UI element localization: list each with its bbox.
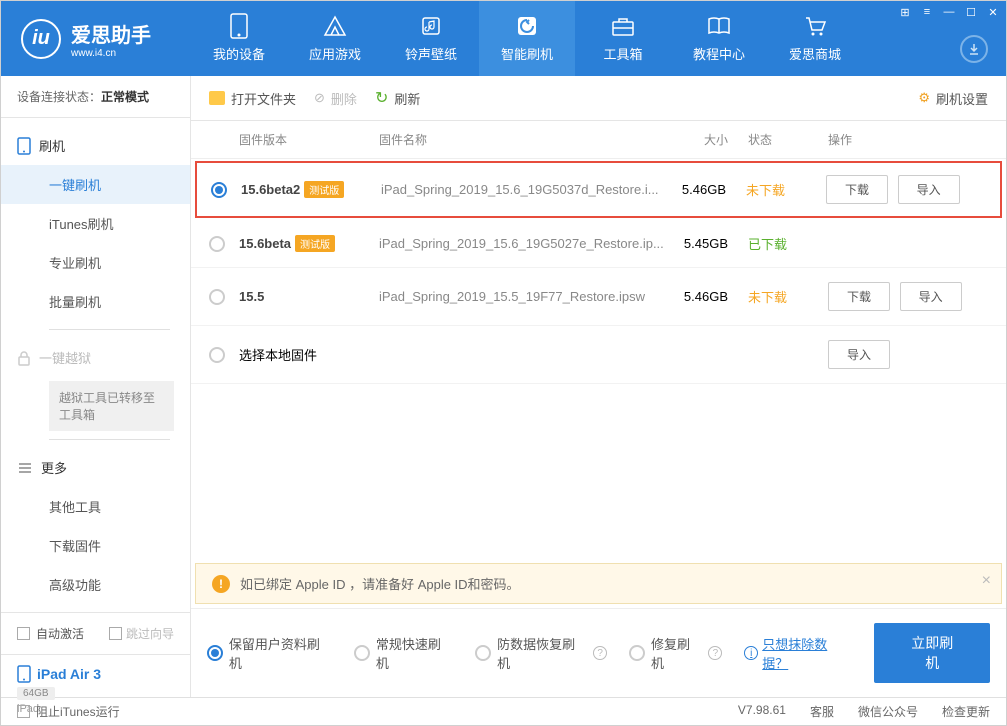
flash-option-antirecovery[interactable]: 防数据恢复刷机 ? — [475, 634, 607, 672]
firmware-row[interactable]: 15.6beta测试版 iPad_Spring_2019_15.6_19G502… — [191, 220, 1006, 268]
logo-icon: iu — [21, 19, 61, 59]
close-banner-button[interactable]: × — [982, 572, 991, 590]
nav-store[interactable]: 爱思商城 — [767, 1, 863, 76]
open-folder-button[interactable]: 打开文件夹 — [209, 89, 296, 108]
maximize-icon[interactable]: ☐ — [964, 5, 978, 19]
folder-icon — [209, 91, 225, 105]
nav-toolbox[interactable]: 工具箱 — [575, 1, 671, 76]
sidebar-item-advanced[interactable]: 高级功能 — [1, 565, 190, 604]
logo-text: 爱思助手 www.i4.cn — [71, 19, 151, 59]
apps-icon — [323, 14, 347, 38]
sidebar-item-batch[interactable]: 批量刷机 — [1, 282, 190, 321]
skip-guide[interactable]: 跳过向导 — [109, 625, 174, 642]
flash-option-normal[interactable]: 常规快速刷机 — [354, 634, 453, 672]
option-radio[interactable] — [207, 645, 223, 661]
more-icon — [17, 461, 33, 475]
info-icon: i — [744, 646, 758, 660]
close-icon[interactable]: ✕ — [986, 5, 1000, 19]
refresh-icon: ↻ — [375, 88, 388, 108]
toolbar: 打开文件夹 ⊘ 删除 ↻ 刷新 ⚙ 刷机设置 — [191, 76, 1006, 121]
beta-badge: 测试版 — [304, 181, 344, 198]
flash-settings-button[interactable]: ⚙ 刷机设置 — [918, 89, 988, 108]
flash-option-keep-data[interactable]: 保留用户资料刷机 — [207, 634, 332, 672]
menu-icon[interactable]: ≡ — [920, 5, 934, 19]
cart-icon — [803, 14, 827, 38]
download-button[interactable]: 下载 — [828, 282, 890, 311]
connection-status: 设备连接状态：正常模式 — [1, 76, 190, 118]
main-content: 打开文件夹 ⊘ 删除 ↻ 刷新 ⚙ 刷机设置 固件版本 固件名称 大小 状态 操… — [191, 76, 1006, 697]
delete-icon: ⊘ — [314, 90, 325, 106]
nav-apps[interactable]: 应用游戏 — [287, 1, 383, 76]
lock-icon — [17, 350, 31, 366]
import-button[interactable]: 导入 — [898, 175, 960, 204]
sidebar-item-download[interactable]: 下载固件 — [1, 526, 190, 565]
sidebar-group-more[interactable]: 更多 — [1, 448, 190, 487]
toolbox-icon — [611, 14, 635, 38]
option-radio[interactable] — [629, 645, 645, 661]
nav-ringtones[interactable]: 铃声壁纸 — [383, 1, 479, 76]
table-header: 固件版本 固件名称 大小 状态 操作 — [191, 121, 1006, 159]
firmware-radio[interactable] — [209, 289, 225, 305]
sidebar-item-other[interactable]: 其他工具 — [1, 487, 190, 526]
skip-guide-checkbox[interactable] — [109, 627, 122, 640]
help-icon[interactable]: ? — [708, 646, 722, 660]
phone-icon — [17, 137, 31, 155]
book-icon — [707, 14, 731, 38]
device-icon — [227, 14, 251, 38]
tablet-icon — [17, 665, 31, 683]
download-button[interactable]: 下载 — [826, 175, 888, 204]
import-button[interactable]: 导入 — [900, 282, 962, 311]
logo[interactable]: iu 爱思助手 www.i4.cn — [1, 19, 191, 59]
auto-activate-checkbox[interactable] — [17, 627, 30, 640]
nav-flash[interactable]: 智能刷机 — [479, 1, 575, 76]
beta-badge: 测试版 — [295, 235, 335, 252]
nav-tutorials[interactable]: 教程中心 — [671, 1, 767, 76]
window-controls: ⊞ ≡ — ☐ ✕ — [898, 5, 1000, 19]
sidebar: 设备连接状态：正常模式 刷机 一键刷机 iTunes刷机 专业刷机 批量刷机 一… — [1, 76, 191, 697]
header: iu 爱思助手 www.i4.cn 我的设备 应用游戏 铃声壁纸 智能刷机 工具… — [1, 1, 1006, 76]
import-button[interactable]: 导入 — [828, 340, 890, 369]
firmware-row[interactable]: 15.6beta2测试版 iPad_Spring_2019_15.6_19G50… — [195, 161, 1002, 218]
download-icon — [967, 42, 981, 56]
warning-icon: ! — [212, 575, 230, 593]
wechat-link[interactable]: 微信公众号 — [858, 703, 918, 720]
sidebar-item-pro[interactable]: 专业刷机 — [1, 243, 190, 282]
flash-icon — [515, 14, 539, 38]
erase-data-link[interactable]: i 只想抹除数据？ — [744, 634, 852, 672]
refresh-button[interactable]: ↻ 刷新 — [375, 88, 420, 108]
delete-button[interactable]: ⊘ 删除 — [314, 89, 357, 108]
firmware-row-local[interactable]: 选择本地固件 导入 — [191, 326, 1006, 384]
firmware-row[interactable]: 15.5 iPad_Spring_2019_15.5_19F77_Restore… — [191, 268, 1006, 326]
music-icon — [419, 14, 443, 38]
nav-my-device[interactable]: 我的设备 — [191, 1, 287, 76]
jailbreak-note: 越狱工具已转移至工具箱 — [49, 381, 174, 431]
help-icon[interactable]: ? — [593, 646, 607, 660]
firmware-radio[interactable] — [209, 236, 225, 252]
version-label: V7.98.61 — [738, 703, 786, 720]
grid-icon[interactable]: ⊞ — [898, 5, 912, 19]
block-itunes-checkbox[interactable] — [17, 705, 30, 718]
minimize-icon[interactable]: — — [942, 5, 956, 19]
top-nav: 我的设备 应用游戏 铃声壁纸 智能刷机 工具箱 教程中心 爱思商城 — [191, 1, 863, 76]
gear-icon: ⚙ — [918, 90, 930, 106]
firmware-radio[interactable] — [209, 347, 225, 363]
flash-option-repair[interactable]: 修复刷机 ? — [629, 634, 722, 672]
option-radio[interactable] — [354, 645, 370, 661]
update-link[interactable]: 检查更新 — [942, 703, 990, 720]
sidebar-item-oneclick[interactable]: 一键刷机 — [1, 165, 190, 204]
firmware-radio[interactable] — [211, 182, 227, 198]
flash-now-button[interactable]: 立即刷机 — [874, 623, 990, 683]
sidebar-group-flash[interactable]: 刷机 — [1, 126, 190, 165]
download-button[interactable] — [960, 35, 988, 63]
sidebar-item-itunes[interactable]: iTunes刷机 — [1, 204, 190, 243]
auto-activate-row: 自动激活 跳过向导 — [1, 613, 190, 654]
sidebar-group-jailbreak: 一键越狱 — [1, 338, 190, 377]
storage-badge: 64GB — [17, 687, 55, 700]
support-link[interactable]: 客服 — [810, 703, 834, 720]
warning-banner: ! 如已绑定 Apple ID ，请准备好 Apple ID和密码。 × — [195, 563, 1002, 604]
flash-options: 保留用户资料刷机 常规快速刷机 防数据恢复刷机 ? 修复刷机 ? i — [191, 608, 1006, 697]
option-radio[interactable] — [475, 645, 491, 661]
